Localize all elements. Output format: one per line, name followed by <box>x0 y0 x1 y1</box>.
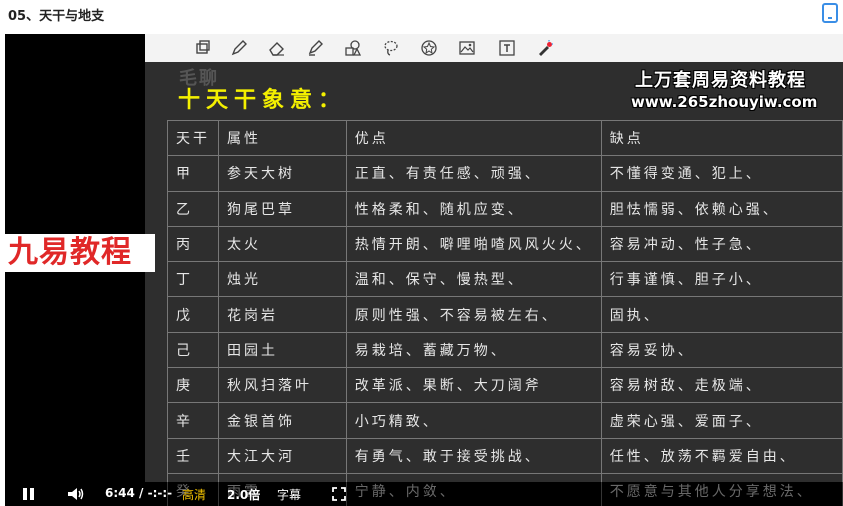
cell-strengths: 正直、有责任感、顽强、 <box>345 155 602 192</box>
speed-button[interactable]: 2.0倍 <box>227 486 260 503</box>
table-row: 己田园土 易栽培、蓄藏万物、 容易妥协、 <box>167 331 843 369</box>
clear-icon[interactable] <box>193 38 213 58</box>
table-row: 甲参天大树 正直、有责任感、顽强、 不懂得变通、犯上、 <box>167 155 843 192</box>
cell-stem: 己 <box>167 331 219 369</box>
quality-button[interactable]: 高清 <box>182 486 206 503</box>
table-row: 乙狗尾巴草 性格柔和、随机应变、 胆怯懦弱、依赖心强、 <box>167 190 843 227</box>
pause-button[interactable] <box>23 488 35 500</box>
cell-attribute: 大江大河 <box>218 437 347 474</box>
cell-strengths: 改革派、果断、大刀阔斧 <box>345 367 602 404</box>
pen-icon[interactable] <box>229 38 249 58</box>
fullscreen-icon[interactable] <box>332 487 346 501</box>
cell-weaknesses: 不懂得变通、犯上、 <box>600 155 843 192</box>
header-stem: 天干 <box>167 119 219 157</box>
slide-title: 十天干象意： <box>178 88 347 113</box>
cell-stem: 乙 <box>167 190 219 227</box>
cell-weaknesses: 容易树敌、走极端、 <box>600 367 843 404</box>
header-strengths: 优点 <box>345 119 602 157</box>
cell-attribute: 金银首饰 <box>218 402 347 439</box>
annotation-toolbar <box>145 34 843 62</box>
subtitle-button[interactable]: 字幕 <box>277 486 301 503</box>
cell-stem: 丙 <box>167 225 219 263</box>
cell-weaknesses: 容易冲动、性子急、 <box>600 225 843 263</box>
cell-strengths: 热情开朗、噼哩啪喳风风火火、 <box>345 225 602 263</box>
cell-strengths: 温和、保守、慢热型、 <box>345 261 602 298</box>
laser-pointer-icon[interactable] <box>535 38 555 58</box>
shapes-icon[interactable] <box>343 38 363 58</box>
cell-weaknesses: 虚荣心强、爱面子、 <box>600 402 843 439</box>
cell-attribute: 狗尾巴草 <box>218 190 347 227</box>
cell-stem: 戊 <box>167 296 219 333</box>
table-row: 壬大江大河 有勇气、敢于接受挑战、 任性、放荡不羁爱自由、 <box>167 437 843 474</box>
table-row: 丙太火 热情开朗、噼哩啪喳风风火火、 容易冲动、性子急、 <box>167 225 843 263</box>
cell-stem: 丁 <box>167 261 219 298</box>
cell-strengths: 性格柔和、随机应变、 <box>345 190 602 227</box>
text-icon[interactable] <box>497 38 517 58</box>
table-row: 辛金银首饰 小巧精致、 虚荣心强、爱面子、 <box>167 402 843 439</box>
lecture-slide: 毛聊 十天干象意： 上万套周易资料教程 www.265zhouyiw.com 天… <box>145 62 843 506</box>
cell-weaknesses: 行事谨慎、胆子小、 <box>600 261 843 298</box>
video-player[interactable]: 毛聊 十天干象意： 上万套周易资料教程 www.265zhouyiw.com 天… <box>5 34 843 506</box>
cell-weaknesses: 任性、放荡不羁爱自由、 <box>600 437 843 474</box>
watermark-url: www.265zhouyiw.com <box>631 93 818 111</box>
cell-weaknesses: 胆怯懦弱、依赖心强、 <box>600 190 843 227</box>
cell-attribute: 参天大树 <box>218 155 347 192</box>
image-icon[interactable] <box>457 38 477 58</box>
eraser-icon[interactable] <box>267 38 287 58</box>
cell-attribute: 烛光 <box>218 261 347 298</box>
cell-attribute: 田园土 <box>218 331 347 369</box>
watermark-text: 上万套周易资料教程 <box>635 70 806 91</box>
channel-badge: 九易教程 <box>5 234 155 272</box>
cell-attribute: 秋风扫落叶 <box>218 367 347 404</box>
mobile-icon[interactable] <box>822 3 838 23</box>
cell-stem: 辛 <box>167 402 219 439</box>
table-row: 庚秋风扫落叶 改革派、果断、大刀阔斧 容易树敌、走极端、 <box>167 367 843 404</box>
header-attribute: 属性 <box>218 119 347 157</box>
title-bar: 05、天干与地支 <box>0 0 843 30</box>
table-header-row: 天干 属性 优点 缺点 <box>167 119 843 157</box>
stamp-icon[interactable] <box>419 38 439 58</box>
cell-weaknesses: 容易妥协、 <box>600 331 843 369</box>
volume-icon[interactable] <box>67 487 85 501</box>
header-weaknesses: 缺点 <box>600 119 843 157</box>
cell-strengths: 有勇气、敢于接受挑战、 <box>345 437 602 474</box>
cell-attribute: 太火 <box>218 225 347 263</box>
cell-weaknesses: 固执、 <box>600 296 843 333</box>
player-controls: 6:44 / -:-:- 高清 2.0倍 字幕 <box>5 482 843 506</box>
table-row: 丁烛光 温和、保守、慢热型、 行事谨慎、胆子小、 <box>167 261 843 298</box>
cell-stem: 甲 <box>167 155 219 192</box>
heavenly-stems-table: 天干 属性 优点 缺点 甲参天大树 正直、有责任感、顽强、 不懂得变通、犯上、乙狗尾… <box>167 119 843 506</box>
playback-time: 6:44 / -:-:- <box>105 486 173 500</box>
table-row: 戊花岗岩 原则性强、不容易被左右、 固执、 <box>167 296 843 333</box>
highlighter-icon[interactable] <box>305 38 325 58</box>
video-title: 05、天干与地支 <box>8 9 105 24</box>
cell-strengths: 原则性强、不容易被左右、 <box>345 296 602 333</box>
lasso-icon[interactable] <box>381 38 401 58</box>
cell-strengths: 小巧精致、 <box>345 402 602 439</box>
cell-stem: 庚 <box>167 367 219 404</box>
cell-strengths: 易栽培、蓄藏万物、 <box>345 331 602 369</box>
cell-attribute: 花岗岩 <box>218 296 347 333</box>
cell-stem: 壬 <box>167 437 219 474</box>
